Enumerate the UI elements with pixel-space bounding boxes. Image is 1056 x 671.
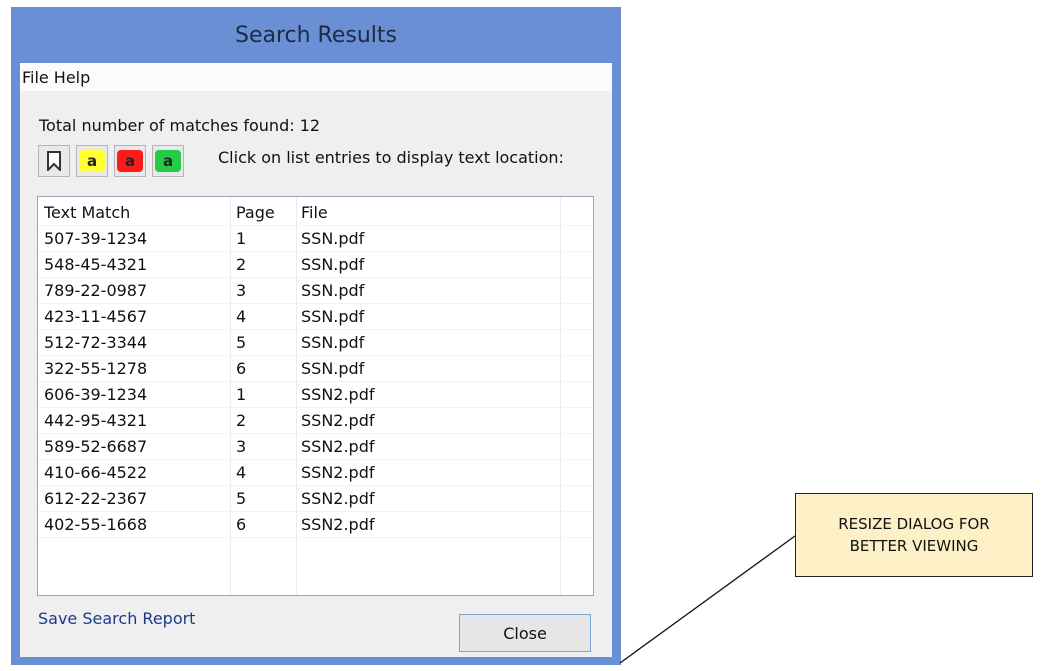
resize-tip-callout: RESIZE DIALOG FOR BETTER VIEWING xyxy=(795,493,1033,577)
callout-line-2: BETTER VIEWING xyxy=(849,537,979,555)
callout-line-1: RESIZE DIALOG FOR xyxy=(838,515,990,533)
